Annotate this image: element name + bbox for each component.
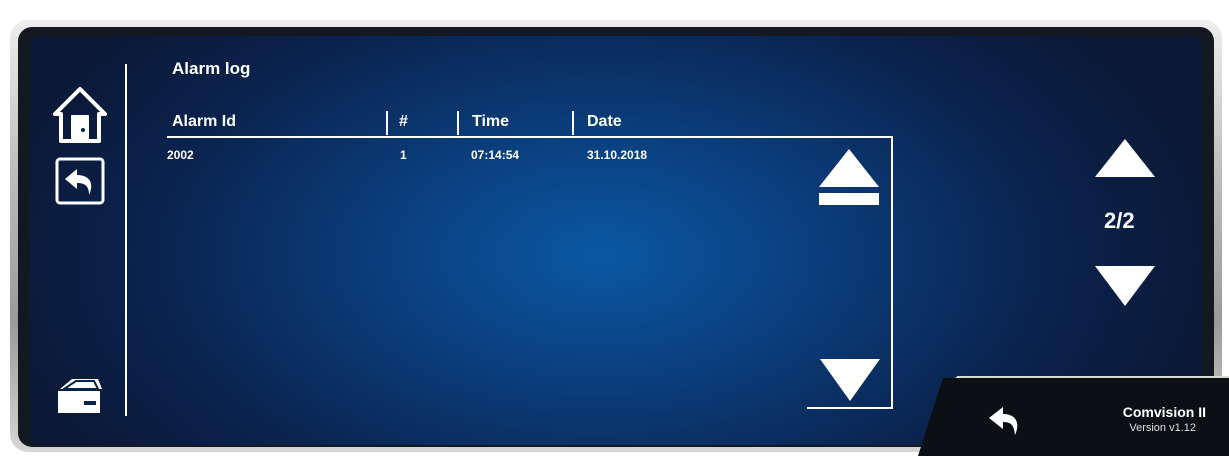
page-title: Alarm log bbox=[172, 59, 251, 78]
table-header-rule bbox=[167, 136, 893, 138]
version-label: Version v1.12 bbox=[1129, 422, 1196, 434]
toolbox-icon[interactable] bbox=[54, 375, 104, 415]
nav-divider bbox=[125, 64, 127, 416]
scroll-down-icon[interactable] bbox=[819, 357, 881, 403]
page-up-icon[interactable] bbox=[1094, 137, 1156, 179]
page-down-icon[interactable] bbox=[1094, 264, 1156, 308]
table-right-border bbox=[891, 136, 893, 409]
column-separator bbox=[457, 111, 459, 135]
scroll-to-top-icon[interactable] bbox=[818, 147, 880, 207]
brand-name: Comvision II bbox=[1122, 404, 1206, 420]
column-header-count: # bbox=[399, 113, 408, 130]
cell-count: 1 bbox=[400, 148, 407, 162]
table-bottom-border bbox=[807, 407, 893, 409]
column-header-date: Date bbox=[587, 113, 622, 130]
back-icon[interactable] bbox=[55, 157, 105, 205]
column-separator bbox=[386, 111, 388, 135]
page-indicator: 2/2 bbox=[1104, 208, 1135, 233]
cell-alarm-id: 2002 bbox=[167, 148, 194, 162]
home-icon[interactable] bbox=[52, 86, 108, 144]
column-header-alarm-id: Alarm Id bbox=[172, 113, 237, 130]
column-separator bbox=[572, 111, 574, 135]
column-header-time: Time bbox=[472, 113, 510, 130]
footer-back-icon[interactable] bbox=[987, 405, 1023, 437]
cell-time: 07:14:54 bbox=[471, 148, 520, 162]
cell-date: 31.10.2018 bbox=[587, 148, 648, 162]
